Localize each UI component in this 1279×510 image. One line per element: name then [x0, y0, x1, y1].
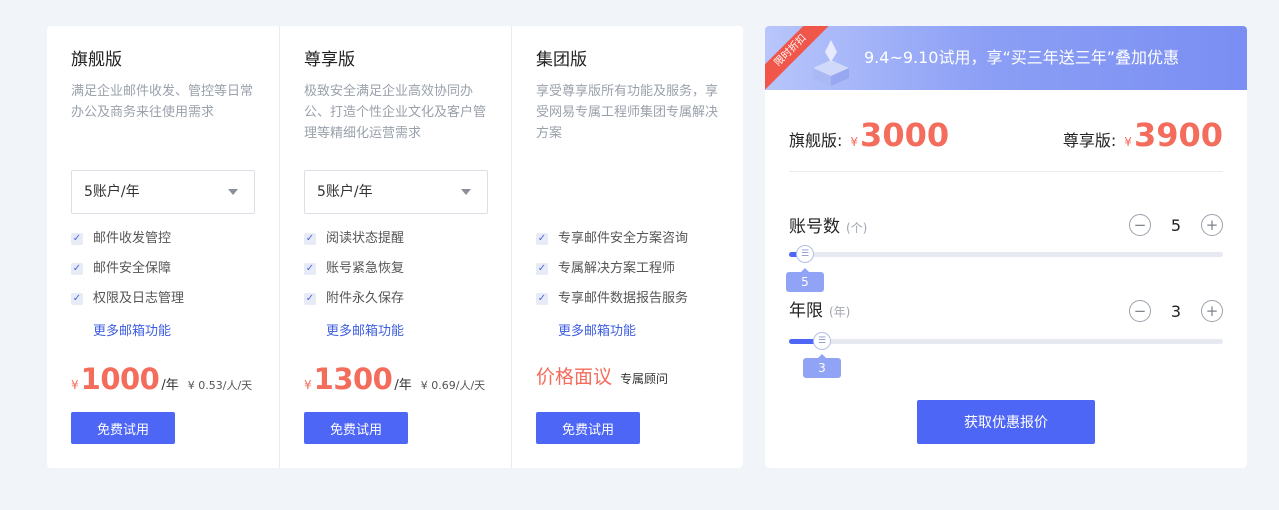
price-summary: 旗舰版: ¥ 3000 尊享版: ¥ 3900	[789, 116, 1223, 172]
accounts-stepper: − 5 +	[1129, 214, 1223, 236]
accounts-slider[interactable]: ☰ 5	[786, 245, 1223, 292]
summary-flagship: 旗舰版: ¥ 3000	[789, 116, 949, 154]
get-quote-button[interactable]: 获取优惠报价	[917, 400, 1095, 444]
plan-price: ¥ 1000 /年 ¥ 0.53/人/天	[71, 362, 252, 396]
plan-card-premium: 尊享版 极致安全满足企业高效协同办公、打造个性企业文化及客户管理等精细化运营需求…	[279, 26, 511, 468]
accounts-slider-handle[interactable]: ☰	[796, 245, 814, 263]
price-per-user: ¥ 0.69/人/天	[420, 379, 486, 392]
price-unit: /年	[394, 378, 412, 393]
accounts-label: 账号数 (个)	[789, 212, 867, 237]
account-select-value: 5账户/年	[317, 184, 373, 200]
accounts-minus-button[interactable]: −	[1129, 214, 1151, 236]
years-value: 3	[1170, 301, 1182, 321]
check-icon: ✓	[304, 263, 316, 275]
free-trial-button[interactable]: 免费试用	[536, 412, 640, 444]
plan-price: ¥ 1300 /年 ¥ 0.69/人/天	[304, 362, 485, 396]
feature-item: ✓ 专享邮件安全方案咨询	[536, 224, 688, 254]
feature-label: 专享邮件数据报告服务	[558, 291, 689, 306]
plan-description: 享受尊享版所有功能及服务，享受网易专属工程师集团专属解决方案	[536, 84, 719, 141]
price-value: 1000	[80, 362, 160, 396]
price-calculator: 限时折扣 9.4~9.10试用，享“买三年送三年”叠加优惠 旗舰版: ¥ 300…	[765, 26, 1247, 468]
plan-title: 集团版	[536, 50, 587, 70]
feature-item: ✓ 专属解决方案工程师	[536, 254, 688, 284]
more-features-link[interactable]: 更多邮箱功能	[326, 320, 404, 339]
years-slider[interactable]: ☰ 3	[789, 332, 1223, 378]
plan-title: 旗舰版	[71, 50, 122, 70]
currency-symbol: ¥	[304, 378, 312, 392]
feature-item: ✓ 权限及日志管理	[71, 284, 184, 314]
feature-item: ✓ 邮件安全保障	[71, 254, 184, 284]
feature-label: 权限及日志管理	[93, 291, 185, 306]
feature-label: 邮件安全保障	[93, 261, 172, 276]
free-trial-button[interactable]: 免费试用	[304, 412, 408, 444]
check-icon: ✓	[536, 293, 548, 305]
currency-symbol: ¥	[1124, 135, 1132, 149]
dedicated-consultant: 专属顾问	[620, 372, 669, 386]
feature-label: 账号紧急恢复	[326, 261, 405, 276]
accounts-slider-tooltip: 5	[786, 268, 824, 292]
account-select[interactable]: 5账户/年	[71, 170, 255, 214]
accounts-value: 5	[1170, 215, 1182, 235]
feature-label: 专享邮件安全方案咨询	[558, 231, 689, 246]
account-select-value: 5账户/年	[84, 184, 140, 200]
check-icon: ✓	[71, 263, 83, 275]
feature-item: ✓ 账号紧急恢复	[304, 254, 404, 284]
feature-item: ✓ 邮件收发管控	[71, 224, 184, 254]
currency-symbol: ¥	[850, 135, 859, 149]
caret-down-icon	[461, 189, 471, 195]
price-per-user: ¥ 0.53/人/天	[187, 379, 253, 392]
plans-panel: 旗舰版 满足企业邮件收发、管控等日常办公及商务来往使用需求 5账户/年 ✓ 邮件收…	[47, 26, 743, 468]
summary-premium: 尊享版: ¥ 3900	[1063, 116, 1223, 154]
summary-label: 旗舰版:	[789, 131, 843, 150]
feature-item: ✓ 专享邮件数据报告服务	[536, 284, 688, 314]
promo-banner: 限时折扣 9.4~9.10试用，享“买三年送三年”叠加优惠	[765, 26, 1247, 90]
feature-label: 专属解决方案工程师	[558, 261, 676, 276]
check-icon: ✓	[536, 263, 548, 275]
check-icon: ✓	[304, 233, 316, 245]
years-label: 年限 (年)	[789, 296, 850, 321]
more-features-link[interactable]: 更多邮箱功能	[558, 320, 636, 339]
promo-text: 9.4~9.10试用，享“买三年送三年”叠加优惠	[864, 48, 1180, 67]
plan-card-group: 集团版 享受尊享版所有功能及服务，享受网易专属工程师集团专属解决方案 ✓ 专享邮件…	[511, 26, 743, 468]
check-icon: ✓	[71, 293, 83, 305]
check-icon: ✓	[536, 233, 548, 245]
check-icon: ✓	[304, 293, 316, 305]
feature-label: 邮件收发管控	[93, 231, 172, 246]
feature-list: ✓ 邮件收发管控 ✓ 邮件安全保障 ✓ 权限及日志管理	[71, 224, 184, 314]
feature-list: ✓ 阅读状态提醒 ✓ 账号紧急恢复 ✓ 附件永久保存	[304, 224, 404, 314]
cube-icon	[813, 40, 849, 86]
years-unit: (年)	[829, 305, 851, 319]
currency-symbol: ¥	[71, 378, 79, 392]
years-stepper: − 3 +	[1129, 300, 1223, 322]
price-negotiable: 价格面议	[536, 366, 613, 388]
years-slider-tooltip: 3	[803, 354, 841, 378]
years-minus-button[interactable]: −	[1129, 300, 1151, 322]
account-select[interactable]: 5账户/年	[304, 170, 488, 214]
summary-price: 3000	[860, 116, 950, 154]
years-label-text: 年限	[789, 301, 823, 321]
feature-label: 附件永久保存	[326, 291, 405, 306]
plan-description: 极致安全满足企业高效协同办公、打造个性企业文化及客户管理等精细化运营需求	[304, 84, 487, 141]
accounts-plus-button[interactable]: +	[1201, 214, 1223, 236]
price-value: 1300	[313, 362, 393, 396]
feature-list: ✓ 专享邮件安全方案咨询 ✓ 专属解决方案工程师 ✓ 专享邮件数据报告服务	[536, 224, 688, 314]
years-plus-button[interactable]: +	[1201, 300, 1223, 322]
plan-title: 尊享版	[304, 50, 355, 70]
accounts-label-text: 账号数	[789, 217, 840, 237]
summary-label: 尊享版:	[1062, 131, 1117, 150]
plan-description: 满足企业邮件收发、管控等日常办公及商务来往使用需求	[71, 84, 254, 120]
accounts-unit: (个)	[846, 221, 868, 235]
plan-price: 价格面议 专属顾问	[536, 362, 668, 389]
price-unit: /年	[161, 378, 179, 393]
feature-item: ✓ 附件永久保存	[304, 284, 404, 314]
summary-price: 3900	[1133, 116, 1223, 154]
plan-card-flagship: 旗舰版 满足企业邮件收发、管控等日常办公及商务来往使用需求 5账户/年 ✓ 邮件收…	[47, 26, 279, 468]
free-trial-button[interactable]: 免费试用	[71, 412, 175, 444]
feature-item: ✓ 阅读状态提醒	[304, 224, 404, 254]
feature-label: 阅读状态提醒	[326, 231, 405, 246]
more-features-link[interactable]: 更多邮箱功能	[93, 320, 171, 339]
caret-down-icon	[228, 189, 238, 195]
years-slider-handle[interactable]: ☰	[813, 332, 831, 350]
check-icon: ✓	[71, 233, 83, 245]
